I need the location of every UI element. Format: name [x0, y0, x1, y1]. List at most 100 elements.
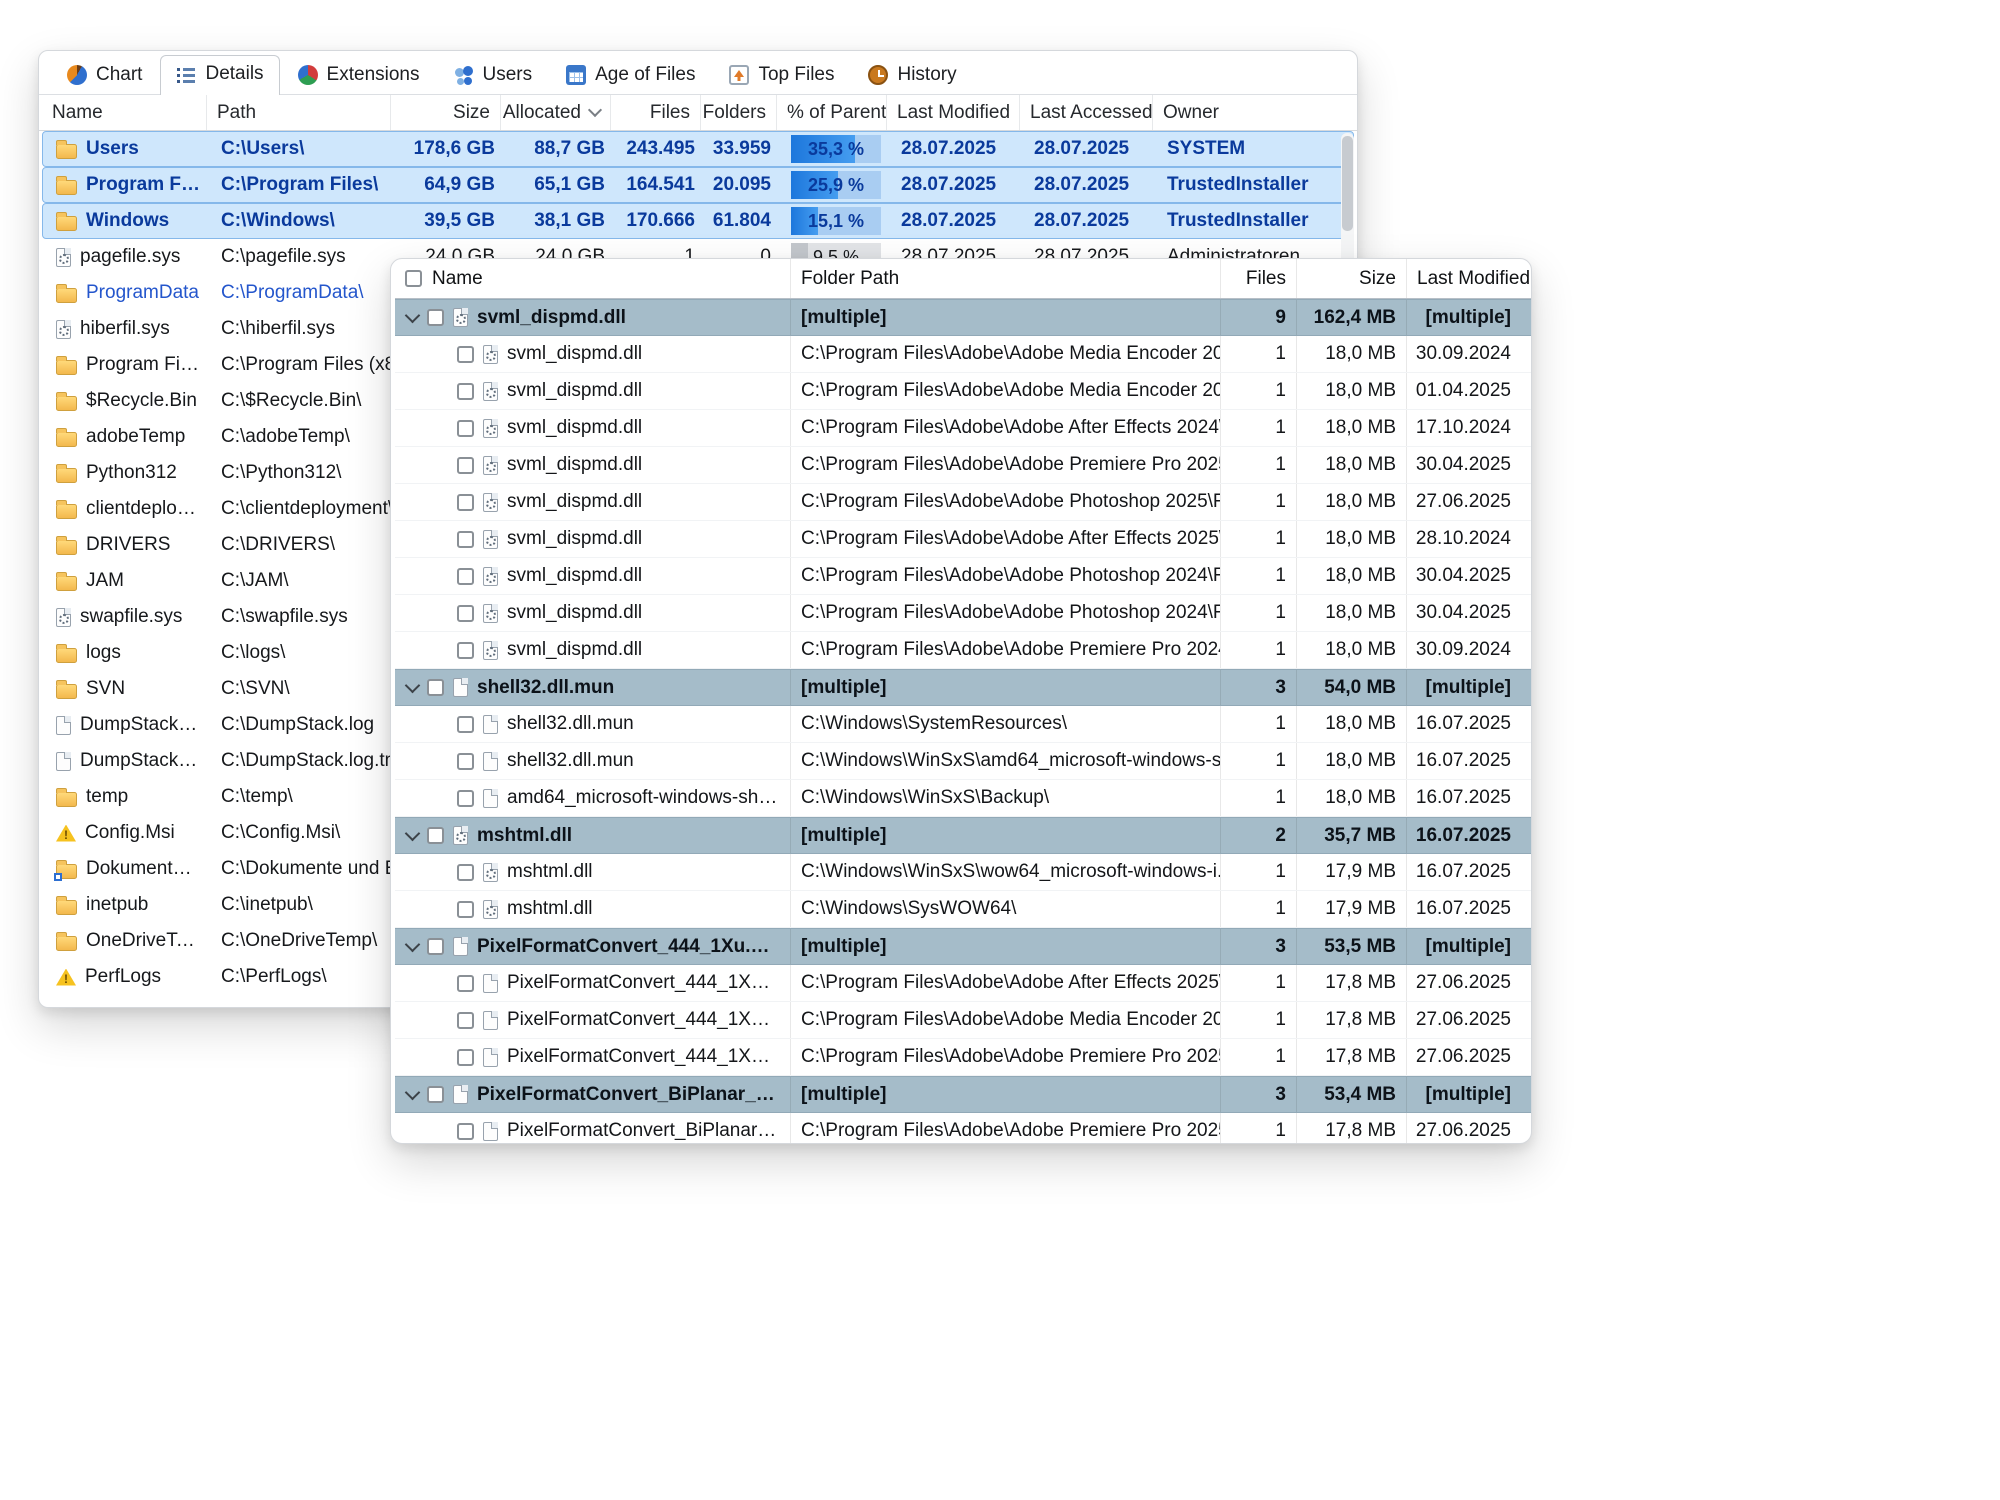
duplicate-file-row[interactable]: svml_dispmd.dllC:\Program Files\Adobe\Ad… [395, 336, 1531, 373]
column-header-size[interactable]: Size [1297, 259, 1407, 298]
duplicate-group-row[interactable]: PixelFormatConvert_444_1Xu.cubin[multipl… [395, 928, 1531, 965]
folder-icon [56, 576, 77, 591]
column-header-name[interactable]: Name [39, 95, 207, 130]
checkbox[interactable] [457, 790, 474, 807]
checkbox[interactable] [457, 383, 474, 400]
scrollbar-thumb[interactable] [1342, 136, 1353, 231]
duplicate-file-row[interactable]: svml_dispmd.dllC:\Program Files\Adobe\Ad… [395, 521, 1531, 558]
duplicate-file-row[interactable]: svml_dispmd.dllC:\Program Files\Adobe\Ad… [395, 595, 1531, 632]
file-name: svml_dispmd.dll [507, 491, 642, 513]
checkbox[interactable] [457, 457, 474, 474]
column-header-allocated[interactable]: Allocated [501, 95, 611, 130]
duplicate-file-row[interactable]: svml_dispmd.dllC:\Program Files\Adobe\Ad… [395, 484, 1531, 521]
tab-details[interactable]: Details [160, 55, 279, 95]
expander-icon[interactable] [405, 678, 421, 694]
checkbox[interactable] [427, 1086, 444, 1103]
checkbox[interactable] [457, 420, 474, 437]
column-header-files[interactable]: Files [1221, 259, 1297, 298]
column-header-folder-path[interactable]: Folder Path [791, 259, 1221, 298]
duplicate-file-row[interactable]: PixelFormatConvert_BiPlanar_Frame.c...C:… [395, 1113, 1531, 1144]
checkbox[interactable] [427, 938, 444, 955]
duplicate-file-row[interactable]: PixelFormatConvert_444_1Xu.cubinC:\Progr… [395, 1039, 1531, 1076]
duplicate-file-row[interactable]: svml_dispmd.dllC:\Program Files\Adobe\Ad… [395, 558, 1531, 595]
checkbox[interactable] [457, 716, 474, 733]
select-all-checkbox[interactable] [405, 270, 422, 287]
duplicate-file-row[interactable]: shell32.dll.munC:\Windows\SystemResource… [395, 706, 1531, 743]
table-row[interactable]: Program FilesC:\Program Files\64,9 GB65,… [42, 167, 1354, 203]
row-name: ProgramData [86, 282, 199, 304]
duplicate-file-row[interactable]: svml_dispmd.dllC:\Program Files\Adobe\Ad… [395, 373, 1531, 410]
column-header-path[interactable]: Path [207, 95, 391, 130]
duplicate-file-row[interactable]: mshtml.dllC:\Windows\SysWOW64\117,9 MB16… [395, 891, 1531, 928]
duplicate-file-row[interactable]: PixelFormatConvert_444_1Xu.cubinC:\Progr… [395, 965, 1531, 1002]
column-header-last-modified[interactable]: Last Modified [1407, 259, 1531, 298]
checkbox[interactable] [457, 605, 474, 622]
column-header-folders[interactable]: Folders [701, 95, 777, 130]
table-row[interactable]: WindowsC:\Windows\39,5 GB38,1 GB170.6666… [42, 203, 1354, 239]
column-header-name[interactable]: Name [395, 259, 791, 298]
checkbox[interactable] [457, 531, 474, 548]
folder-icon [56, 432, 77, 447]
duplicate-file-row[interactable]: svml_dispmd.dllC:\Program Files\Adobe\Ad… [395, 410, 1531, 447]
checkbox[interactable] [457, 753, 474, 770]
column-header-owner[interactable]: Owner [1153, 95, 1357, 130]
duplicate-file-row[interactable]: shell32.dll.munC:\Windows\WinSxS\amd64_m… [395, 743, 1531, 780]
checkbox[interactable] [457, 1049, 474, 1066]
tab-history[interactable]: History [852, 56, 972, 94]
size-cell: 18,0 MB [1297, 410, 1407, 446]
file-name-cell: PixelFormatConvert_444_1Xu.cubin [395, 1039, 791, 1075]
duplicate-file-row[interactable]: svml_dispmd.dllC:\Program Files\Adobe\Ad… [395, 447, 1531, 484]
duplicate-group-row[interactable]: mshtml.dll[multiple]235,7 MB16.07.2025 [395, 817, 1531, 854]
duplicate-file-row[interactable]: svml_dispmd.dllC:\Program Files\Adobe\Ad… [395, 632, 1531, 669]
checkbox[interactable] [457, 1012, 474, 1029]
checkbox[interactable] [457, 642, 474, 659]
name-cell: Program Files [43, 168, 211, 202]
expander-icon[interactable] [405, 308, 421, 324]
row-name: Program Files [86, 174, 201, 196]
tab-age-of-files[interactable]: Age of Files [550, 56, 711, 94]
dll-icon [483, 345, 498, 364]
checkbox[interactable] [427, 827, 444, 844]
name-cell: Dokumente un... [43, 852, 211, 886]
column-header-last-modified[interactable]: Last Modified [887, 95, 1020, 130]
checkbox[interactable] [457, 346, 474, 363]
checkbox[interactable] [457, 494, 474, 511]
path-cell: C:\DumpStack.log [211, 708, 395, 742]
last-modified-cell: 16.07.2025 [1407, 780, 1531, 816]
column-header-label: Folders [703, 102, 766, 124]
tab-top-files[interactable]: Top Files [713, 56, 850, 94]
column-header-files[interactable]: Files [611, 95, 701, 130]
expander-icon[interactable] [405, 826, 421, 842]
checkbox[interactable] [427, 309, 444, 326]
tab-chart[interactable]: Chart [51, 56, 158, 94]
files-cell: 170.666 [615, 204, 705, 238]
column-header-last-accessed[interactable]: Last Accessed [1020, 95, 1153, 130]
checkbox[interactable] [457, 975, 474, 992]
duplicate-file-row[interactable]: mshtml.dllC:\Windows\WinSxS\wow64_micros… [395, 854, 1531, 891]
duplicate-group-row[interactable]: svml_dispmd.dll[multiple]9162,4 MB[multi… [395, 299, 1531, 336]
checkbox[interactable] [457, 568, 474, 585]
files-cell: 1 [1221, 706, 1297, 742]
duplicate-file-row[interactable]: amd64_microsoft-windows-shell32_3...C:\W… [395, 780, 1531, 817]
duplicate-file-row[interactable]: PixelFormatConvert_444_1Xu.cubinC:\Progr… [395, 1002, 1531, 1039]
expander-icon[interactable] [405, 937, 421, 953]
column-header-label: Last Modified [1417, 268, 1530, 290]
checkbox[interactable] [427, 679, 444, 696]
path-cell: C:\$Recycle.Bin\ [211, 384, 395, 418]
percent-label: 15,1 % [808, 211, 864, 232]
tab-extensions[interactable]: Extensions [282, 56, 436, 94]
column-header-size[interactable]: Size [391, 95, 501, 130]
last-accessed-cell: 28.07.2025 [1024, 132, 1157, 166]
expander-icon[interactable] [405, 1085, 421, 1101]
name-cell: ProgramData [43, 276, 211, 310]
checkbox[interactable] [457, 901, 474, 918]
column-header-percent-of-parent[interactable]: % of Parent (... [777, 95, 887, 130]
duplicate-group-row[interactable]: PixelFormatConvert_BiPlanar_Frame.c...[m… [395, 1076, 1531, 1113]
checkbox[interactable] [457, 864, 474, 881]
duplicate-group-row[interactable]: shell32.dll.mun[multiple]354,0 MB[multip… [395, 669, 1531, 706]
checkbox[interactable] [457, 1123, 474, 1140]
table-row[interactable]: UsersC:\Users\178,6 GB88,7 GB243.49533.9… [42, 131, 1354, 167]
name-cell: inetpub [43, 888, 211, 922]
tab-users[interactable]: Users [438, 56, 549, 94]
dll-icon [483, 530, 498, 549]
